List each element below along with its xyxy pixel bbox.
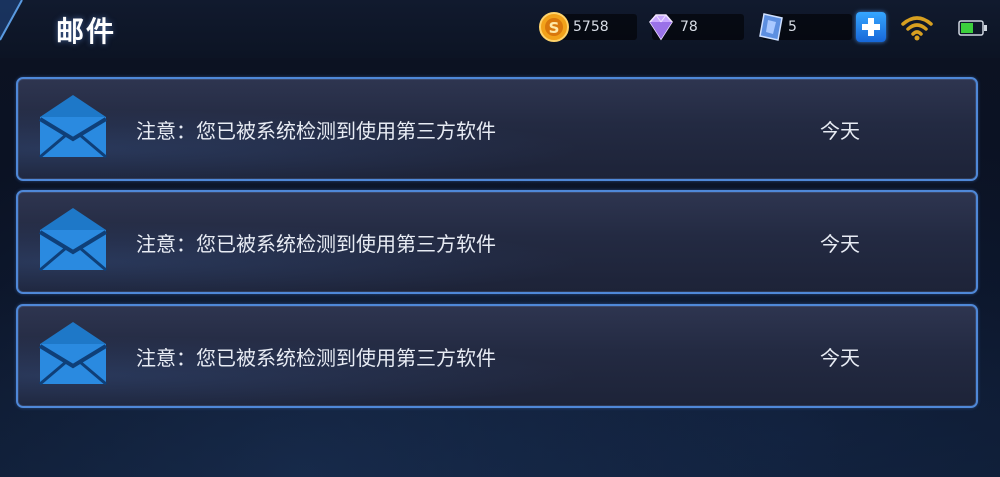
battery-icon — [958, 20, 987, 36]
mail-list-item[interactable]: 注意：您已被系统检测到使用第三方软件 今天 — [16, 190, 978, 294]
mail-list-item[interactable]: 注意：您已被系统检测到使用第三方软件 今天 — [16, 304, 978, 408]
plus-icon — [862, 18, 880, 36]
diamond-counter: 78 — [649, 14, 744, 41]
mail-subject: 注意：您已被系统检测到使用第三方软件 — [136, 119, 496, 143]
mail-subject: 注意：您已被系统检测到使用第三方软件 — [136, 346, 496, 370]
mail-list-item[interactable]: 注意：您已被系统检测到使用第三方软件 今天 — [16, 77, 978, 181]
recharge-plus-button[interactable] — [856, 12, 886, 42]
page-title: 邮件 — [56, 15, 117, 48]
envelope-icon — [38, 208, 108, 272]
diamond-icon — [649, 14, 673, 41]
voucher-counter: 5 — [759, 13, 852, 41]
gold-counter: S 5758 — [539, 12, 637, 42]
gold-coin-icon: S — [539, 12, 569, 42]
envelope-icon — [38, 322, 108, 386]
top-bar: 邮件 S 5758 78 5 — [0, 0, 1000, 58]
mail-date: 今天 — [820, 119, 860, 143]
gold-value: 5758 — [573, 19, 609, 35]
svg-text:S: S — [549, 19, 560, 37]
mail-screen: 邮件 S 5758 78 5 注意：您已被系统检测到使用第三方软件 今天 注意：… — [0, 0, 1000, 477]
voucher-crystal-icon — [759, 13, 783, 41]
envelope-icon — [38, 95, 108, 159]
mail-date: 今天 — [820, 232, 860, 256]
wifi-icon — [901, 16, 933, 41]
mail-subject: 注意：您已被系统检测到使用第三方软件 — [136, 232, 496, 256]
mail-date: 今天 — [820, 346, 860, 370]
top-bar-edge-decoration — [0, 0, 23, 41]
